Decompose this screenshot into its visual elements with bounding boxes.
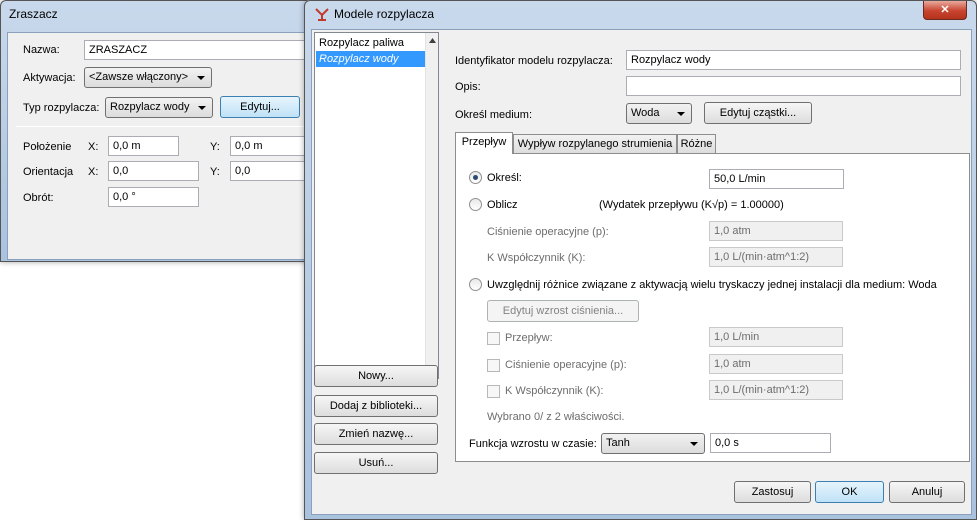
description-label: Opis: <box>455 81 481 93</box>
model-list[interactable]: Rozpylacz paliwa Rozpylacz wody <box>314 32 439 379</box>
chevron-down-icon <box>690 442 698 446</box>
specify-radio[interactable] <box>469 171 482 184</box>
name-input[interactable]: ZRASZACZ <box>84 40 314 60</box>
model-properties-panel: Identyfikator modelu rozpylacza: Rozpyla… <box>449 32 970 476</box>
sprinkler-type-dropdown[interactable]: Rozpylacz wody <box>105 97 213 118</box>
operating-pressure-label: Ciśnienie operacyjne (p): <box>487 226 609 238</box>
model-id-label: Identyfikator modelu rozpylacza: <box>455 55 613 67</box>
position-y-label: Y: <box>210 141 220 153</box>
activation-dropdown-value: <Zawsze włączony> <box>89 71 189 83</box>
medium-label: Określ medium: <box>455 109 533 121</box>
growth-function-label: Funkcja wzrostu w czasie: <box>469 438 597 450</box>
models-title: Modele rozpylacza <box>334 7 435 21</box>
growth-function-dropdown-value: Tanh <box>606 437 630 449</box>
multi-activation-label: Uwzględnij różnice związane z aktywacją … <box>487 279 937 291</box>
models-dialog: Modele rozpylacza ✕ Rozpylacz paliwa Roz… <box>304 0 977 520</box>
tab-flow[interactable]: Przepływ <box>455 132 513 154</box>
activation-dropdown[interactable]: <Zawsze włączony> <box>84 67 212 88</box>
multi-activation-radio[interactable] <box>469 278 482 291</box>
sprinkler-app-icon <box>315 8 329 21</box>
selected-count-text: Wybrano 0/ z 2 właściwości. <box>487 411 625 423</box>
k-coefficient-checkbox[interactable] <box>487 385 500 398</box>
sprinkler-type-dropdown-value: Rozpylacz wody <box>110 101 190 113</box>
models-titlebar[interactable]: Modele rozpylacza ✕ <box>305 1 976 27</box>
zraszacz-titlebar[interactable]: Zraszacz <box>1 1 311 27</box>
medium-dropdown-value: Woda <box>631 107 660 119</box>
growth-function-dropdown[interactable]: Tanh <box>601 433 705 454</box>
add-from-library-button[interactable]: Dodaj z biblioteki... <box>314 395 438 417</box>
model-id-input[interactable]: Rozpylacz wody <box>626 50 961 70</box>
rename-button[interactable]: Zmień nazwę... <box>314 423 438 445</box>
name-label: Nazwa: <box>23 44 60 56</box>
edit-sprinkler-type-button[interactable]: Edytuj... <box>220 96 300 118</box>
zraszacz-title: Zraszacz <box>9 7 58 21</box>
k-coefficient-checkbox-label: K Współczynnik (K): <box>505 385 604 397</box>
medium-dropdown[interactable]: Woda <box>626 103 692 124</box>
zraszacz-client: Nazwa: ZRASZACZ Aktywacja: <Zawsze włącz… <box>7 32 314 260</box>
checked-pressure-input[interactable]: 1,0 atm <box>709 354 843 374</box>
chevron-down-icon <box>198 106 206 110</box>
ok-button[interactable]: OK <box>815 481 884 503</box>
pressure-checkbox[interactable] <box>487 359 500 372</box>
tab-spray-outflow[interactable]: Wypływ rozpylanego strumienia <box>513 134 677 154</box>
cancel-button[interactable]: Anuluj <box>889 481 965 503</box>
delete-button[interactable]: Usuń... <box>314 452 438 474</box>
specify-flow-input[interactable]: 50,0 L/min <box>709 169 844 189</box>
orientation-y-input[interactable]: 0,0 <box>230 161 308 181</box>
scrollbar[interactable] <box>425 33 438 378</box>
calculate-radio[interactable] <box>469 198 482 211</box>
pressure-checkbox-label: Ciśnienie operacyjne (p): <box>505 359 627 371</box>
rotation-input[interactable]: 0,0 ° <box>108 187 199 207</box>
list-item[interactable]: Rozpylacz wody <box>316 51 437 67</box>
k-factor-text: (Wydatek przepływu (K√p) = 1.00000) <box>599 199 784 211</box>
growth-time-input[interactable]: 0,0 s <box>710 433 831 453</box>
operating-pressure-input[interactable]: 1,0 atm <box>709 221 843 241</box>
edit-pressure-rise-button[interactable]: Edytuj wzrost ciśnienia... <box>487 300 639 322</box>
calculate-label: Oblicz <box>487 199 518 211</box>
chevron-down-icon <box>677 112 685 116</box>
orientation-x-input[interactable]: 0,0 <box>108 161 199 181</box>
close-button[interactable]: ✕ <box>923 1 967 20</box>
new-button[interactable]: Nowy... <box>314 365 438 387</box>
list-item[interactable]: Rozpylacz paliwa <box>316 35 437 51</box>
orientation-x-label: X: <box>88 166 99 178</box>
specify-label: Określ: <box>487 172 522 184</box>
flow-checkbox[interactable] <box>487 332 500 345</box>
flow-tab-panel: Określ: 50,0 L/min Oblicz (Wydatek przep… <box>455 153 970 462</box>
zraszacz-window: Zraszacz Nazwa: ZRASZACZ Aktywacja: <Zaw… <box>0 0 314 262</box>
orientation-y-label: Y: <box>210 166 220 178</box>
k-coefficient-input[interactable]: 1,0 L/(min·atm^1:2) <box>709 247 843 267</box>
k-coefficient-label: K Współczynnik (K): <box>487 252 586 264</box>
apply-button[interactable]: Zastosuj <box>734 481 811 503</box>
description-input[interactable] <box>626 76 961 96</box>
position-label: Położenie <box>23 141 72 153</box>
flow-checkbox-label: Przepływ: <box>505 332 553 344</box>
activation-label: Aktywacja: <box>23 72 76 84</box>
separator <box>16 126 308 127</box>
models-client: Rozpylacz paliwa Rozpylacz wody Nowy... … <box>311 29 972 515</box>
chevron-down-icon <box>197 76 205 80</box>
rotation-label: Obrót: <box>23 192 54 204</box>
tab-misc[interactable]: Różne <box>677 134 716 154</box>
position-x-label: X: <box>88 141 99 153</box>
checked-k-coefficient-input[interactable]: 1,0 L/(min·atm^1:2) <box>709 380 843 400</box>
checked-flow-input[interactable]: 1,0 L/min <box>709 327 843 347</box>
edit-particles-button[interactable]: Edytuj cząstki... <box>704 102 812 124</box>
close-icon: ✕ <box>940 4 950 16</box>
scroll-up-icon[interactable] <box>429 38 436 43</box>
orientation-label: Orientacja <box>23 166 74 178</box>
position-y-input[interactable]: 0,0 m <box>230 136 308 156</box>
position-x-input[interactable]: 0,0 m <box>108 136 179 156</box>
sprinkler-type-label: Typ rozpylacza: <box>23 102 100 114</box>
